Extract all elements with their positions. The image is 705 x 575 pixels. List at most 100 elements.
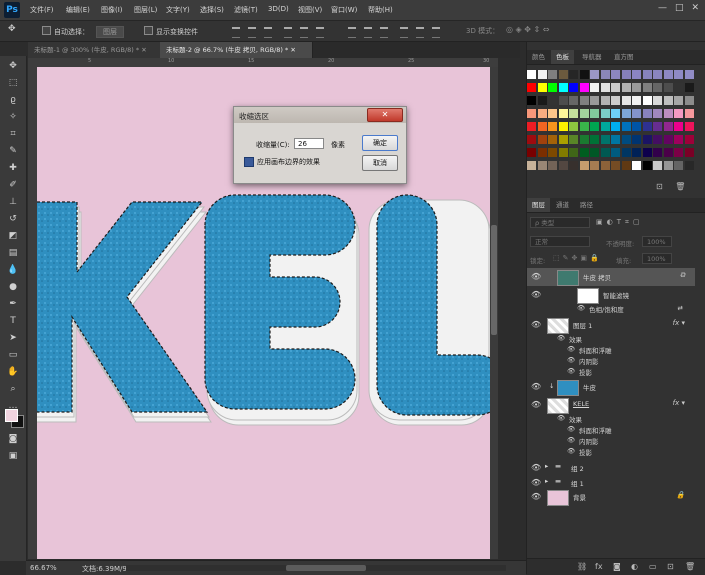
new-swatch-icon[interactable]: ⊡ — [656, 182, 663, 191]
effect-row-inner-shadow[interactable]: 👁 内阴影 — [527, 436, 695, 447]
distribute-bottom-icon[interactable] — [380, 27, 388, 38]
3d-mode-icons[interactable]: ◎ ◈ ✥ ⇕ ⇔ — [506, 25, 549, 34]
swatch[interactable] — [569, 109, 578, 118]
swatch[interactable] — [569, 122, 578, 131]
swatch[interactable] — [621, 148, 631, 157]
eye-icon[interactable]: 👁 — [567, 356, 575, 364]
tab-swatches[interactable]: 色板 — [551, 50, 574, 64]
swatch[interactable] — [548, 148, 557, 157]
swatch[interactable] — [527, 83, 536, 92]
move-tool-icon[interactable]: ✥ — [8, 24, 16, 34]
swatch[interactable] — [579, 148, 589, 157]
swatch[interactable] — [558, 109, 568, 118]
eye-icon[interactable]: 👁 — [531, 290, 541, 299]
foreground-color-swatch[interactable] — [5, 409, 18, 422]
eye-icon[interactable]: 👁 — [557, 334, 565, 342]
menu-type[interactable]: 文字(Y) — [166, 5, 190, 15]
swatch[interactable] — [527, 109, 536, 118]
swatch[interactable] — [621, 122, 631, 131]
eye-icon[interactable]: 👁 — [567, 367, 575, 375]
pen-tool-icon[interactable]: ✒ — [6, 297, 20, 311]
swatch[interactable] — [558, 96, 568, 105]
swatch[interactable] — [569, 70, 578, 79]
tab-document-2[interactable]: 未标题-2 @ 66.7% (牛皮 拷贝, RGB/8) * ✕ — [160, 42, 313, 58]
swatch[interactable] — [632, 161, 641, 170]
screen-mode-icon[interactable]: ▣ — [6, 449, 20, 463]
menu-edit[interactable]: 编辑(E) — [66, 5, 90, 15]
maximize-icon[interactable]: □ — [675, 3, 684, 13]
tab-paths[interactable]: 路径 — [575, 198, 598, 212]
crop-tool-icon[interactable]: ⌗ — [6, 127, 20, 141]
minimize-icon[interactable]: — — [658, 3, 667, 13]
eye-icon[interactable]: 👁 — [531, 478, 541, 487]
layer-row-background[interactable]: 👁 背景 🔒 — [527, 488, 695, 506]
effect-row-drop-shadow[interactable]: 👁 投影 — [527, 447, 695, 458]
swatch[interactable] — [632, 70, 641, 79]
eye-icon[interactable]: 👁 — [531, 382, 541, 391]
align-top-icon[interactable] — [232, 27, 240, 38]
zoom-level[interactable]: 66.67% — [30, 564, 57, 572]
tab-navigator[interactable]: 导航器 — [577, 50, 607, 64]
swatch[interactable] — [579, 70, 589, 79]
eye-icon[interactable]: 👁 — [531, 492, 541, 501]
swatch[interactable] — [632, 135, 641, 144]
swatch[interactable] — [558, 122, 568, 131]
swatch[interactable] — [621, 96, 631, 105]
expand-arrow-icon[interactable]: ▸ — [545, 477, 548, 485]
swatch[interactable] — [611, 109, 620, 118]
menu-window[interactable]: 窗口(W) — [331, 5, 357, 15]
distribute-center-icon[interactable] — [416, 27, 424, 38]
swatch[interactable] — [684, 109, 694, 118]
swatch[interactable] — [653, 83, 662, 92]
swatch[interactable] — [527, 122, 536, 131]
swatch[interactable] — [569, 96, 578, 105]
eraser-tool-icon[interactable]: ◩ — [6, 229, 20, 243]
menu-view[interactable]: 视图(V) — [298, 5, 322, 15]
marquee-tool-icon[interactable]: ⬚ — [6, 76, 20, 90]
swatch[interactable] — [558, 70, 568, 79]
folder-icon[interactable]: ▭ — [649, 562, 657, 571]
effects-row[interactable]: 👁 效果 — [527, 414, 695, 425]
distribute-left-icon[interactable] — [400, 27, 408, 38]
swatch[interactable] — [621, 109, 631, 118]
new-layer-icon[interactable]: ⊡ — [667, 562, 674, 571]
layer-row-kele[interactable]: 👁 KELE fx ▾ — [527, 396, 695, 414]
swatch[interactable] — [611, 135, 620, 144]
align-center-icon[interactable] — [300, 27, 308, 38]
contract-amount-input[interactable]: 26 — [294, 138, 324, 149]
swatch[interactable] — [674, 109, 683, 118]
swatch[interactable] — [632, 148, 641, 157]
swatch[interactable] — [590, 109, 599, 118]
swatch[interactable] — [548, 161, 557, 170]
swatch[interactable] — [600, 161, 610, 170]
layer-row-cowhide-copy[interactable]: 👁 牛皮 拷贝 ⧉ — [527, 268, 695, 286]
path-select-tool-icon[interactable]: ➤ — [6, 331, 20, 345]
swatch[interactable] — [569, 148, 578, 157]
swatch[interactable] — [611, 83, 620, 92]
brush-tool-icon[interactable]: ✐ — [6, 178, 20, 192]
swatch[interactable] — [548, 109, 557, 118]
apply-canvas-bounds-checkbox[interactable] — [244, 157, 254, 167]
menu-file[interactable]: 文件(F) — [30, 5, 54, 15]
swatch[interactable] — [590, 148, 599, 157]
eye-icon[interactable]: 👁 — [567, 425, 575, 433]
opacity-input[interactable]: 100% — [642, 236, 672, 247]
swatch[interactable] — [653, 135, 662, 144]
swatch[interactable] — [621, 161, 631, 170]
effect-row-drop-shadow[interactable]: 👁 投影 — [527, 367, 695, 378]
horizontal-scrollbar-thumb[interactable] — [286, 565, 366, 571]
auto-select-dropdown[interactable]: 图层 — [96, 26, 124, 38]
swatch[interactable] — [527, 148, 536, 157]
layer-row-cowhide[interactable]: 👁 ↓ 牛皮 — [527, 378, 695, 396]
swatch[interactable] — [642, 135, 652, 144]
swatch[interactable] — [632, 96, 641, 105]
blur-tool-icon[interactable]: 💧 — [6, 263, 20, 277]
swatch[interactable] — [537, 122, 547, 131]
swatch[interactable] — [674, 161, 683, 170]
swatch[interactable] — [569, 135, 578, 144]
eye-icon[interactable]: 👁 — [567, 447, 575, 455]
mask-icon[interactable]: ◙ — [613, 562, 621, 571]
eyedropper-tool-icon[interactable]: ✎ — [6, 144, 20, 158]
healing-tool-icon[interactable]: ✚ — [6, 161, 20, 175]
hand-tool-icon[interactable]: ✋ — [6, 365, 20, 379]
